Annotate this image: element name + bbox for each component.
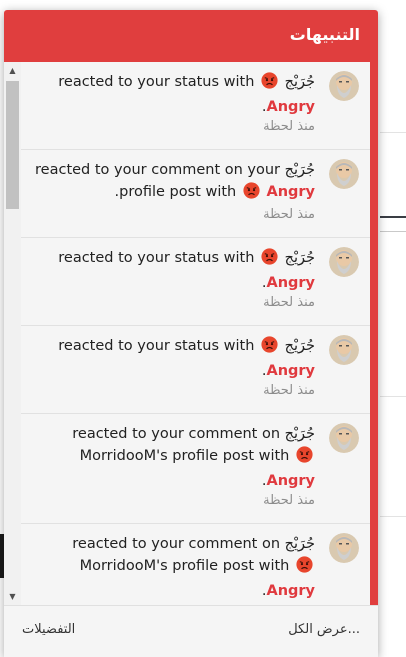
notification-time: منذ لحظة [263, 383, 315, 398]
notification-username[interactable]: جُرَيْج [285, 74, 315, 90]
notification-time: منذ لحظة [263, 207, 315, 222]
notification-body: جُرَيْج reacted to your status with Angr… [25, 335, 315, 398]
avatar-icon[interactable] [329, 247, 359, 277]
notification-username[interactable]: جُرَيْج [285, 426, 315, 442]
notification-body: جُرَيْج reacted to your comment on your … [25, 159, 315, 222]
notification-text: reacted to your comment on MorridooM's p… [72, 426, 290, 464]
notification-item[interactable]: جُرَيْج reacted to your status with Angr… [21, 326, 370, 414]
notification-username[interactable]: جُرَيْج [285, 162, 315, 178]
notification-username[interactable]: جُرَيْج [285, 250, 315, 266]
notification-time: منذ لحظة [263, 119, 315, 134]
arrow-up-icon[interactable]: ▲ [4, 62, 21, 79]
notification-item[interactable]: جُرَيْج reacted to your comment on Morri… [21, 524, 370, 605]
angry-face-icon [261, 336, 278, 360]
avatar-icon[interactable] [329, 335, 359, 365]
notification-item[interactable]: جُرَيْج reacted to your comment on Morri… [21, 414, 370, 524]
reaction-label: Angry [266, 363, 315, 379]
notification-text: reacted to your status with [58, 74, 255, 90]
background-divider [380, 216, 406, 218]
notification-item[interactable]: جُرَيْج reacted to your status with Angr… [21, 62, 370, 150]
scrollbar-thumb[interactable] [6, 81, 19, 209]
angry-face-icon [296, 556, 313, 580]
angry-face-icon [261, 72, 278, 96]
popup-header: التنبيهات [4, 10, 378, 62]
unread-indicator [370, 62, 378, 605]
background-page [380, 0, 406, 657]
avatar-icon[interactable] [329, 423, 359, 453]
notification-message: جُرَيْج reacted to your comment on Morri… [25, 533, 315, 602]
notification-body: جُرَيْج reacted to your status with Angr… [25, 247, 315, 310]
notification-message: جُرَيْج reacted to your comment on your … [25, 159, 315, 206]
notification-time: منذ لحظة [263, 295, 315, 310]
notification-time: منذ لحظة [263, 493, 315, 508]
notification-username[interactable]: جُرَيْج [285, 338, 315, 354]
notification-body: جُرَيْج reacted to your comment on Morri… [25, 423, 315, 508]
avatar-icon[interactable] [329, 71, 359, 101]
notification-message: جُرَيْج reacted to your comment on Morri… [25, 423, 315, 492]
notification-text: reacted to your status with [58, 338, 255, 354]
notification-username[interactable]: جُرَيْج [285, 536, 315, 552]
notification-text: reacted to your comment on MorridooM's p… [72, 536, 290, 574]
background-divider [380, 516, 406, 517]
background-divider [380, 396, 406, 397]
background-divider [380, 132, 406, 133]
background-divider [380, 231, 406, 232]
notification-list[interactable]: ▲ ▼ جُرَيْج reacted to your status with … [4, 62, 378, 605]
reaction-label: Angry [266, 99, 315, 115]
popup-footer: عرض الكل... التفضيلات [4, 605, 378, 657]
preferences-link[interactable]: التفضيلات [22, 622, 75, 637]
notification-body: جُرَيْج reacted to your comment on Morri… [25, 533, 315, 603]
angry-face-icon [261, 248, 278, 272]
notification-message: جُرَيْج reacted to your status with Angr… [25, 247, 315, 294]
reaction-label: Angry [266, 473, 315, 489]
notification-text: reacted to your status with [58, 250, 255, 266]
arrow-down-icon[interactable]: ▼ [4, 588, 21, 605]
notification-message: جُرَيْج reacted to your status with Angr… [25, 335, 315, 382]
notification-message: جُرَيْج reacted to your status with Angr… [25, 71, 315, 118]
reaction-label: Angry [266, 583, 315, 599]
reaction-label: Angry [266, 184, 315, 200]
avatar-icon[interactable] [329, 533, 359, 563]
avatar-icon[interactable] [329, 159, 359, 189]
angry-face-icon [296, 446, 313, 470]
popup-title: التنبيهات [289, 25, 360, 44]
notification-item[interactable]: جُرَيْج reacted to your comment on your … [21, 150, 370, 238]
angry-face-icon [243, 182, 260, 206]
view-all-link[interactable]: عرض الكل... [288, 622, 360, 637]
notifications-popup: التنبيهات ▲ ▼ جُرَيْج reacted to your st… [4, 10, 378, 657]
notification-item[interactable]: جُرَيْج reacted to your status with Angr… [21, 238, 370, 326]
reaction-label: Angry [266, 275, 315, 291]
scrollbar[interactable]: ▲ ▼ [4, 62, 21, 605]
notification-body: جُرَيْج reacted to your status with Angr… [25, 71, 315, 134]
